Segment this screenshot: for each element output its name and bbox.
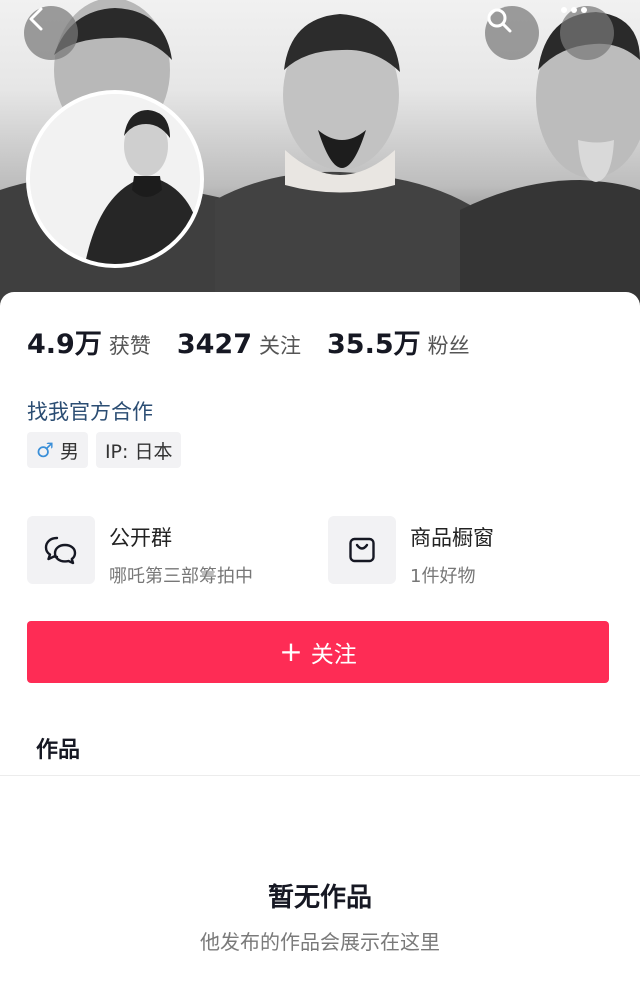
search-button[interactable] [485, 6, 539, 60]
ip-location-label: IP: 日本 [104, 440, 173, 463]
ip-location-tag: IP: 日本 [95, 432, 182, 468]
group-subtitle: 哪吒第三部筹拍中 [109, 566, 253, 587]
stat-likes[interactable]: 4.9万 获赞 [27, 322, 151, 361]
stat-following-value: 3427 [176, 329, 252, 360]
avatar-photo [30, 94, 200, 264]
plus-icon: + [279, 635, 303, 668]
profile-banner [0, 0, 640, 320]
shop-subtitle: 1件好物 [410, 566, 476, 587]
search-icon [487, 8, 512, 33]
stat-likes-label: 获赞 [108, 334, 151, 358]
tab-works[interactable]: 作品 [36, 732, 80, 764]
empty-state-subtitle: 他发布的作品会展示在这里 [200, 930, 440, 954]
male-icon: ♂ [36, 438, 54, 462]
stat-followers-label: 粉丝 [427, 334, 470, 358]
group-title: 公开群 [109, 526, 172, 550]
shop-text: 商品橱窗 1件好物 [410, 516, 494, 588]
shop-window-entry[interactable]: 商品橱窗 1件好物 [328, 516, 494, 588]
gender-tag: ♂ 男 [27, 432, 88, 468]
profile-sheet: 4.9万 获赞 3427 关注 35.5万 粉丝 找我官方合作 ♂ 男 IP: … [0, 292, 640, 983]
chat-bubbles-icon [44, 536, 77, 565]
stat-following-label: 关注 [259, 334, 301, 358]
avatar[interactable] [26, 90, 204, 268]
stat-following[interactable]: 3427 关注 [177, 329, 301, 360]
tab-divider [0, 775, 640, 776]
shop-title: 商品橱窗 [410, 526, 494, 550]
profile-stats: 4.9万 获赞 3427 关注 35.5万 粉丝 [27, 322, 496, 361]
group-text: 公开群 哪吒第三部筹拍中 [109, 516, 253, 588]
cooperation-link[interactable]: 找我官方合作 [27, 396, 153, 426]
back-button[interactable] [24, 6, 78, 60]
chevron-left-icon [29, 7, 43, 31]
stat-likes-value: 4.9万 [27, 329, 102, 360]
stat-followers[interactable]: 35.5万 粉丝 [327, 322, 470, 361]
group-icon-box [27, 516, 95, 584]
follow-label: 关注 [310, 642, 357, 668]
follow-button[interactable]: + 关注 [27, 621, 609, 683]
stat-followers-value: 35.5万 [327, 329, 421, 360]
more-button[interactable] [560, 6, 614, 60]
profile-tags: ♂ 男 IP: 日本 [27, 432, 189, 468]
gender-label: 男 [59, 440, 79, 463]
more-dots-icon [561, 7, 587, 13]
empty-state-title: 暂无作品 [267, 883, 372, 913]
shop-icon-box [328, 516, 396, 584]
public-group-entry[interactable]: 公开群 哪吒第三部筹拍中 [27, 516, 253, 588]
shopping-bag-icon [349, 537, 375, 563]
